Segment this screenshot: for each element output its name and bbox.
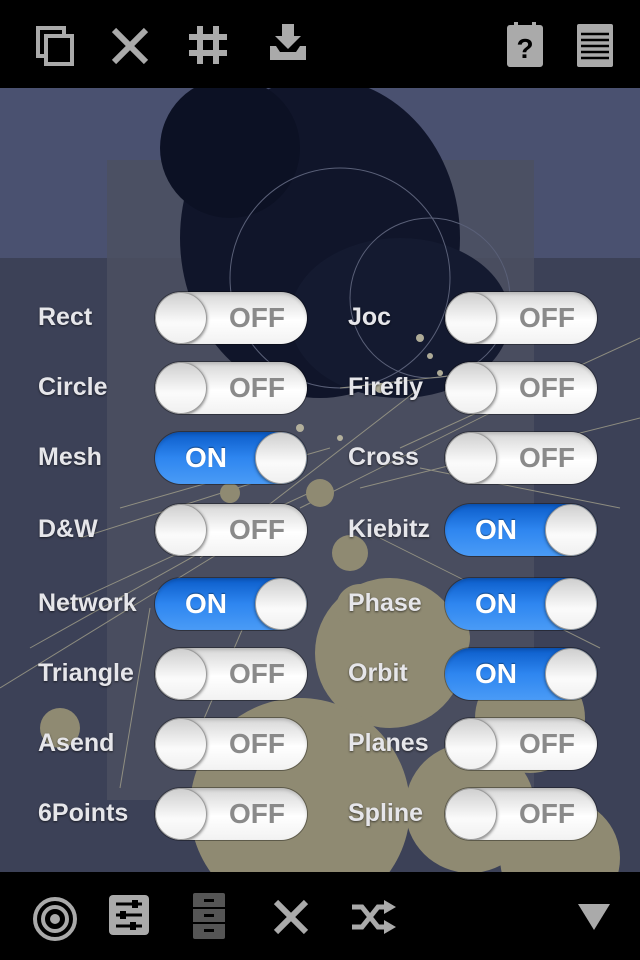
- top-toolbar: ?: [0, 0, 640, 88]
- toggle-knob[interactable]: [155, 504, 207, 556]
- toggle-switch-rect[interactable]: OFF: [155, 292, 307, 344]
- bottom-toolbar: [0, 872, 640, 960]
- toggle-knob[interactable]: [155, 718, 207, 770]
- toggle-state-text: OFF: [519, 302, 575, 333]
- toggle-state-text: OFF: [229, 372, 285, 403]
- toggle-knob[interactable]: [445, 362, 497, 414]
- toggle-state-text: OFF: [229, 798, 285, 829]
- cabinet-icon[interactable]: [192, 892, 226, 940]
- toggle-switch-d-w[interactable]: OFF: [155, 504, 307, 556]
- toggle-knob[interactable]: [255, 578, 307, 630]
- toggle-knob[interactable]: [445, 292, 497, 344]
- toggle-state-text: ON: [475, 658, 517, 689]
- grid-icon[interactable]: [187, 24, 229, 66]
- target-icon[interactable]: [32, 896, 78, 942]
- toggle-label-6points: 6Points: [38, 799, 129, 827]
- svg-text:?: ?: [516, 33, 533, 64]
- toggle-state-text: OFF: [519, 728, 575, 759]
- toggle-knob[interactable]: [545, 578, 597, 630]
- toggle-state-text: OFF: [229, 728, 285, 759]
- toggle-switch-joc[interactable]: OFF: [445, 292, 597, 344]
- toggle-label-joc: Joc: [348, 303, 392, 331]
- toggle-label-d-w: D&W: [38, 515, 98, 543]
- toggle-switch-network[interactable]: ON: [155, 578, 307, 630]
- toggle-state-text: OFF: [229, 514, 285, 545]
- toggle-knob[interactable]: [545, 648, 597, 700]
- toggle-label-phase: Phase: [348, 589, 422, 617]
- toggle-switch-triangle[interactable]: OFF: [155, 648, 307, 700]
- notepad-icon[interactable]: [576, 22, 614, 68]
- toggle-switch-kiebitz[interactable]: ON: [445, 504, 597, 556]
- toggle-state-text: ON: [475, 514, 517, 545]
- toggle-label-firefly: Firefly: [348, 373, 424, 401]
- toggle-knob[interactable]: [155, 648, 207, 700]
- toggle-state-text: OFF: [519, 442, 575, 473]
- toggle-state-text: OFF: [519, 372, 575, 403]
- toggle-switch-cross[interactable]: OFF: [445, 432, 597, 484]
- close-icon[interactable]: [110, 26, 150, 66]
- toggle-knob[interactable]: [445, 432, 497, 484]
- toggle-knob[interactable]: [155, 292, 207, 344]
- toggle-switch-circle[interactable]: OFF: [155, 362, 307, 414]
- toggle-knob[interactable]: [255, 432, 307, 484]
- toggle-state-text: OFF: [519, 798, 575, 829]
- toggle-label-orbit: Orbit: [348, 659, 408, 687]
- toggle-state-text: ON: [185, 588, 227, 619]
- toggle-state-text: ON: [475, 588, 517, 619]
- toggle-label-mesh: Mesh: [38, 443, 102, 471]
- toggle-switch-firefly[interactable]: OFF: [445, 362, 597, 414]
- toggle-label-triangle: Triangle: [38, 659, 134, 687]
- toggle-switch-phase[interactable]: ON: [445, 578, 597, 630]
- toggle-state-text: ON: [185, 442, 227, 473]
- toggle-knob[interactable]: [545, 504, 597, 556]
- toggle-knob[interactable]: [445, 788, 497, 840]
- sliders-icon[interactable]: [108, 894, 150, 936]
- toggle-label-network: Network: [38, 589, 137, 617]
- toggle-switch-mesh[interactable]: ON: [155, 432, 307, 484]
- triangle-down-icon[interactable]: [576, 902, 612, 932]
- toggle-label-planes: Planes: [348, 729, 429, 757]
- toggle-label-spline: Spline: [348, 799, 424, 827]
- help-icon[interactable]: ?: [506, 22, 544, 68]
- close-icon[interactable]: [272, 898, 310, 936]
- toggle-state-text: OFF: [229, 658, 285, 689]
- toggle-label-cross: Cross: [348, 443, 419, 471]
- toggle-knob[interactable]: [445, 718, 497, 770]
- toggle-state-text: OFF: [229, 302, 285, 333]
- toggle-switch-asend[interactable]: OFF: [155, 718, 307, 770]
- toggle-label-kiebitz: Kiebitz: [348, 515, 430, 543]
- toggle-switch-orbit[interactable]: ON: [445, 648, 597, 700]
- toggle-knob[interactable]: [155, 788, 207, 840]
- toggle-label-circle: Circle: [38, 373, 108, 401]
- toggle-knob[interactable]: [155, 362, 207, 414]
- copy-icon[interactable]: [36, 26, 76, 66]
- toggle-label-rect: Rect: [38, 303, 93, 331]
- toggle-label-asend: Asend: [38, 729, 115, 757]
- toggle-switch-6points[interactable]: OFF: [155, 788, 307, 840]
- shuffle-icon[interactable]: [350, 900, 396, 934]
- toggle-switch-planes[interactable]: OFF: [445, 718, 597, 770]
- download-tray-icon[interactable]: [266, 22, 310, 64]
- toggle-switch-spline[interactable]: OFF: [445, 788, 597, 840]
